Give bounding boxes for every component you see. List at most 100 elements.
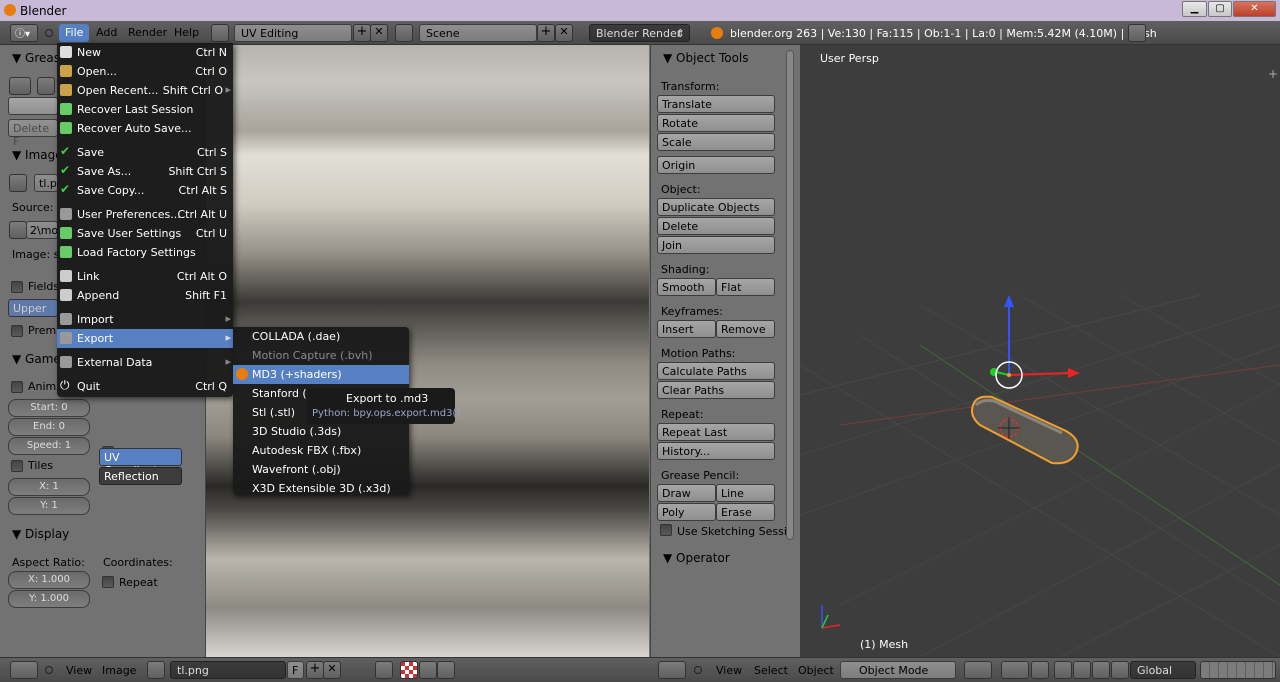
render-engine-select[interactable]: Blender Render ⇕ — [589, 24, 690, 42]
image-panel-header[interactable]: ▼ Image — [12, 148, 63, 162]
animated-checkbox[interactable] — [11, 381, 23, 393]
viewport-menu-view[interactable]: View — [716, 664, 742, 677]
mode-select[interactable]: Object Mode — [840, 661, 956, 679]
remove-screen-icon[interactable]: ✕ — [370, 24, 388, 42]
collapse-menu-icon[interactable] — [45, 29, 53, 37]
collapse-menu-icon[interactable] — [694, 666, 702, 674]
new-image-icon[interactable]: + — [306, 661, 324, 679]
premultiply-checkbox[interactable] — [11, 325, 23, 337]
layers-grid[interactable] — [1200, 661, 1276, 679]
image-name-field[interactable]: tl.png — [170, 661, 286, 679]
image-browse-icon[interactable] — [9, 174, 27, 192]
export-md3[interactable]: MD3 (+shaders) — [233, 365, 409, 384]
export-fbx[interactable]: Autodesk FBX (.fbx) — [233, 441, 409, 460]
duplicate-objects-button[interactable]: Duplicate Objects — [657, 198, 775, 216]
delete-button[interactable]: Delete — [657, 217, 775, 235]
tiles-checkbox[interactable] — [11, 460, 23, 472]
menu-item-load-factory[interactable]: Load Factory Settings — [57, 243, 233, 262]
menu-view[interactable]: View — [66, 664, 92, 677]
menu-image[interactable]: Image — [102, 664, 136, 677]
menu-item-recover-auto[interactable]: Recover Auto Save... — [57, 119, 233, 138]
menu-item-quit[interactable]: ⏻ Quit Ctrl Q — [57, 377, 233, 396]
menu-item-append[interactable]: Append Shift F1 — [57, 286, 233, 305]
export-collada[interactable]: COLLADA (.dae) — [233, 327, 409, 346]
image-editor-type-icon[interactable] — [10, 661, 38, 679]
new-layer-button[interactable] — [8, 97, 58, 115]
image-path-field[interactable]: 2\mod — [26, 221, 65, 239]
repeat-last-button[interactable]: Repeat Last — [657, 423, 775, 441]
flat-button[interactable]: Flat — [716, 278, 775, 296]
menu-add[interactable]: Add — [90, 24, 123, 42]
poly-button[interactable]: Poly — [657, 503, 716, 521]
clear-paths-button[interactable]: Clear Paths — [657, 381, 775, 399]
draw-button[interactable]: Draw — [657, 484, 716, 502]
menu-item-link[interactable]: Link Ctrl Alt O — [57, 267, 233, 286]
viewport-editor-type-icon[interactable] — [658, 661, 686, 679]
history-button[interactable]: History... — [657, 442, 775, 460]
image-name-field[interactable]: tl.png — [34, 174, 71, 192]
translate-button[interactable]: Translate — [657, 95, 775, 113]
object-tools-header[interactable]: ▼ Object Tools — [663, 51, 749, 65]
delete-frame-button[interactable]: Delete F — [8, 119, 58, 148]
transform-orientation-select[interactable]: Global — [1130, 661, 1196, 679]
insert-keyframe-button[interactable]: Insert — [657, 320, 716, 338]
aspect-x-field[interactable]: X: 1.000 — [8, 571, 90, 589]
repeat-checkbox[interactable] — [102, 576, 114, 588]
add-screen-icon[interactable]: + — [353, 24, 371, 42]
field-order-upper[interactable]: Upper — [8, 299, 58, 317]
menu-item-save-as[interactable]: ✔ Save As... Shift Ctrl S — [57, 162, 233, 181]
menu-file[interactable]: File — [59, 24, 90, 42]
scene-icon[interactable] — [395, 24, 413, 42]
menu-item-save-copy[interactable]: ✔ Save Copy... Ctrl Alt S — [57, 181, 233, 200]
fullscreen-icon[interactable] — [1128, 24, 1146, 42]
add-scene-icon[interactable]: + — [537, 24, 555, 42]
remove-keyframe-button[interactable]: Remove — [716, 320, 775, 338]
scale-button[interactable]: Scale — [657, 133, 775, 151]
scene-field[interactable]: Scene — [419, 24, 537, 42]
maximize-button[interactable]: ▢ — [1208, 1, 1232, 17]
end-frame-field[interactable]: End: 0 — [8, 418, 90, 436]
export-obj[interactable]: Wavefront (.obj) — [233, 460, 409, 479]
viewport-menu-select[interactable]: Select — [754, 664, 788, 677]
menu-item-recover-last[interactable]: Recover Last Session — [57, 100, 233, 119]
display-mode-icon[interactable] — [400, 661, 418, 679]
menu-item-save-user-settings[interactable]: Save User Settings Ctrl U — [57, 224, 233, 243]
start-frame-field[interactable]: Start: 0 — [8, 399, 90, 417]
line-tool-icon[interactable] — [437, 661, 455, 679]
pencil-icon[interactable] — [9, 77, 31, 95]
origin-button[interactable]: Origin — [657, 156, 775, 174]
menu-item-save[interactable]: ✔ Save Ctrl S — [57, 143, 233, 162]
pin-icon[interactable] — [375, 661, 393, 679]
screen-layout-field[interactable]: UV Editing — [234, 24, 352, 42]
scale-manipulator-icon[interactable] — [1092, 661, 1110, 679]
fields-checkbox[interactable] — [11, 281, 23, 293]
sketching-checkbox[interactable] — [660, 524, 672, 536]
fake-user-button[interactable]: F — [287, 661, 304, 679]
manipulator-extra-icon[interactable] — [1111, 661, 1129, 679]
menu-item-open-recent[interactable]: Open Recent... Shift Ctrl O ▸ — [57, 81, 233, 100]
translate-manipulator-icon[interactable] — [1054, 661, 1072, 679]
display-panel-header[interactable]: ▼ Display — [12, 527, 69, 541]
3d-viewport[interactable]: User Persp (1) Mesh + — [800, 45, 1280, 657]
calculate-paths-button[interactable]: Calculate Paths — [657, 362, 775, 380]
smooth-button[interactable]: Smooth — [657, 278, 716, 296]
export-bvh[interactable]: Motion Capture (.bvh) — [233, 346, 409, 365]
tools-scrollbar[interactable] — [786, 50, 794, 540]
aspect-y-field[interactable]: Y: 1.000 — [8, 590, 90, 608]
folder-icon[interactable] — [9, 221, 27, 239]
speed-field[interactable]: Speed: 1 — [8, 437, 90, 455]
rotate-manipulator-icon[interactable] — [1073, 661, 1091, 679]
reflection-option[interactable]: Reflection — [99, 467, 182, 485]
tiles-y-field[interactable]: Y: 1 — [8, 497, 90, 515]
close-button[interactable]: ✕ — [1233, 1, 1276, 17]
rotate-button[interactable]: Rotate — [657, 114, 775, 132]
unlink-image-icon[interactable]: ✕ — [323, 661, 341, 679]
viewport-shading-icon[interactable] — [964, 661, 992, 679]
join-button[interactable]: Join — [657, 236, 775, 254]
uv-coordinates-option[interactable]: UV Coordinates — [99, 448, 182, 477]
menu-item-open[interactable]: Open... Ctrl O — [57, 62, 233, 81]
add-layer-icon[interactable] — [37, 77, 55, 95]
pivot-point-icon[interactable] — [1001, 661, 1029, 679]
paint-mode-icon[interactable] — [419, 661, 437, 679]
remove-scene-icon[interactable]: ✕ — [555, 24, 573, 42]
